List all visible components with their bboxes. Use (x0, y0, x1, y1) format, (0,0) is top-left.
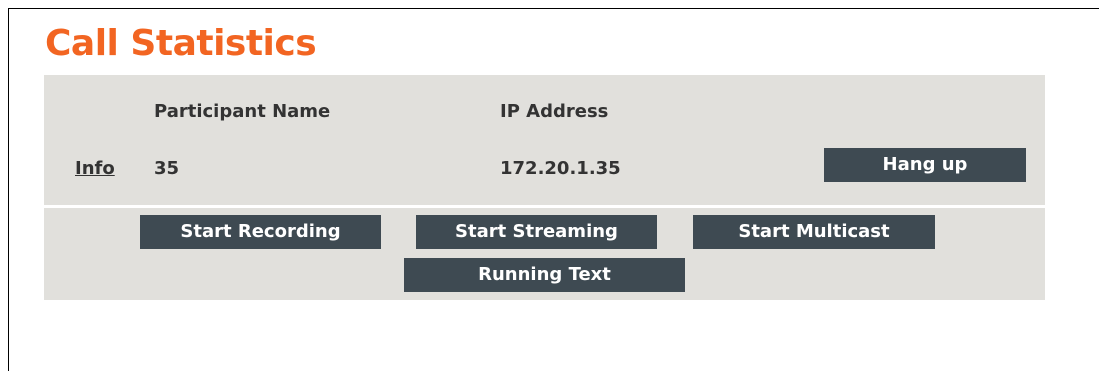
ip-address-cell: 172.20.1.35 (500, 158, 621, 179)
start-multicast-button[interactable]: Start Multicast (693, 215, 935, 249)
start-recording-button[interactable]: Start Recording (140, 215, 381, 249)
page-title: Call Statistics (45, 23, 317, 64)
participants-panel (44, 75, 1045, 205)
start-streaming-button[interactable]: Start Streaming (416, 215, 657, 249)
participant-name-cell: 35 (154, 158, 180, 179)
ip-address-header: IP Address (500, 101, 609, 122)
running-text-button[interactable]: Running Text (404, 258, 685, 292)
hang-up-button[interactable]: Hang up (824, 148, 1026, 182)
participant-name-header: Participant Name (154, 101, 331, 122)
info-link[interactable]: Info (75, 158, 115, 180)
